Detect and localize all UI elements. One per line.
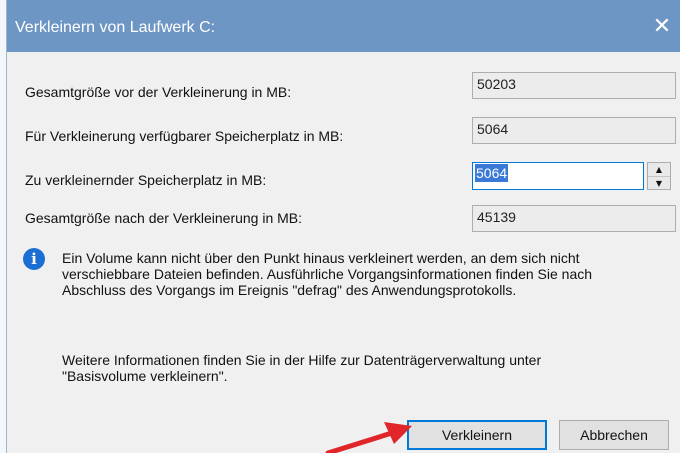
annotation-arrow-icon xyxy=(325,422,412,453)
